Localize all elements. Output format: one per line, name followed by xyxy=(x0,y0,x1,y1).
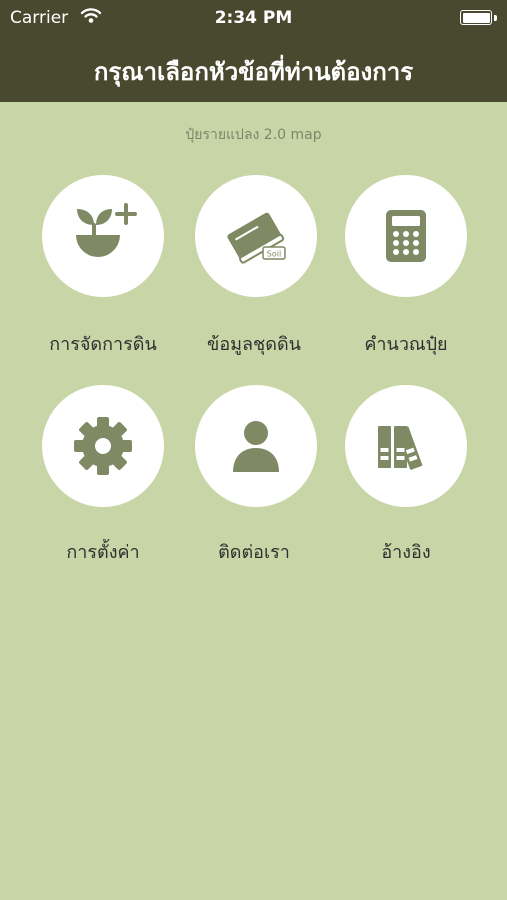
menu-icon-circle[interactable]: Soil xyxy=(195,175,317,297)
binders-icon xyxy=(376,422,436,470)
plant-plus-icon xyxy=(68,203,138,269)
menu-label: การตั้งค่า xyxy=(66,542,140,563)
menu-settings-button[interactable]: การตั้งค่า xyxy=(23,385,183,585)
menu-label: อ้างอิง xyxy=(381,542,431,563)
header-bar: Carrier 2:34 PM กรุณาเลือกหัวข้อที่ท่านต… xyxy=(0,0,507,102)
gear-icon xyxy=(73,416,133,476)
menu-icon-circle[interactable] xyxy=(195,385,317,507)
battery-tip xyxy=(494,15,497,21)
menu-icon-circle[interactable] xyxy=(42,385,164,507)
menu-icon-circle[interactable] xyxy=(345,175,467,297)
svg-text:Soil: Soil xyxy=(267,250,281,259)
menu-label: ติดต่อเรา xyxy=(218,542,290,563)
menu-contact-button[interactable]: ติดต่อเรา xyxy=(174,385,334,585)
status-bar: Carrier 2:34 PM xyxy=(0,0,507,38)
battery-fill xyxy=(462,12,490,23)
menu-label: การจัดการดิน xyxy=(49,334,157,355)
menu-label: ข้อมูลชุดดิน xyxy=(207,334,301,355)
menu-soil-data-button[interactable]: Soil ข้อมูลชุดดิน xyxy=(174,175,334,375)
person-icon xyxy=(231,420,281,472)
menu-fertilizer-calc-button[interactable]: คำนวณปุ๋ย xyxy=(326,175,486,375)
menu-icon-circle[interactable] xyxy=(42,175,164,297)
menu-icon-circle[interactable] xyxy=(345,385,467,507)
menu-soil-management-button[interactable]: การจัดการดิน xyxy=(23,175,183,375)
soil-book-icon: Soil xyxy=(223,207,289,265)
battery-icon xyxy=(460,10,492,25)
app-subtitle: ปุ๋ยรายแปลง 2.0 map xyxy=(185,127,322,143)
menu-label: คำนวณปุ๋ย xyxy=(364,334,448,355)
status-time: 2:34 PM xyxy=(214,8,293,28)
calculator-icon xyxy=(386,210,426,262)
menu-references-button[interactable]: อ้างอิง xyxy=(326,385,486,585)
page-title: กรุณาเลือกหัวข้อที่ท่านต้องการ xyxy=(93,58,414,86)
